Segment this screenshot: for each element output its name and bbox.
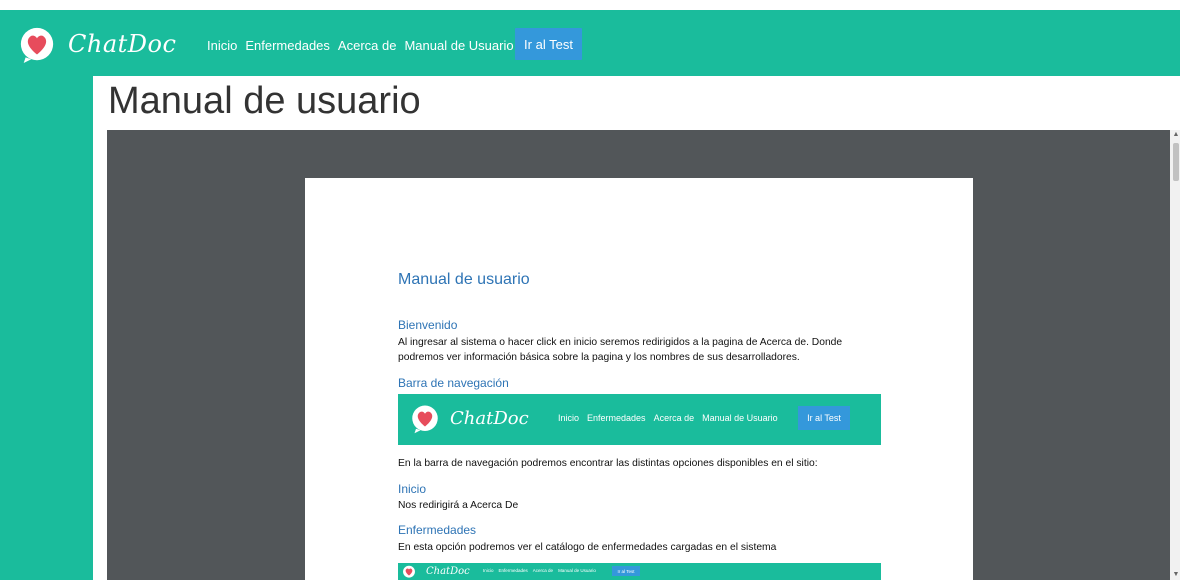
doc-paragraph-enfermedades: En esta opción podremos ver el catálogo … (398, 542, 777, 553)
doc-nav-links: Inicio Enfermedades Acerca de Manual de … (558, 413, 786, 423)
doc-nav-link: Manual de Usuario (702, 413, 778, 423)
nav-links: Inicio Enfermedades Acerca de Manual de … (207, 38, 522, 53)
doc-heading-enfermedades: Enfermedades (398, 523, 477, 537)
doc-heading-inicio: Inicio (398, 482, 427, 496)
doc-paragraph-barra: En la barra de navegación podremos encon… (398, 458, 818, 469)
nav-link-manual-usuario[interactable]: Manual de Usuario (404, 38, 513, 53)
scroll-up-icon[interactable]: ▲ (1172, 131, 1180, 139)
doc-nav-link: Inicio (483, 568, 494, 573)
doc-nav-image-2: ChatDoc Inicio Enfermedades Acerca de Ma… (398, 563, 881, 580)
logo-text[interactable]: ChatDoc (68, 30, 176, 58)
heart-chat-icon (403, 565, 415, 578)
doc-nav-button: Ir al Test (612, 566, 640, 576)
ir-al-test-button[interactable]: Ir al Test (515, 28, 582, 60)
page-title: Manual de usuario (108, 80, 421, 122)
nav-link-inicio[interactable]: Inicio (207, 38, 237, 53)
doc-nav-link: Enfermedades (498, 568, 528, 573)
doc-nav-image: ChatDoc Inicio Enfermedades Acerca de Ma… (398, 394, 881, 445)
doc-title: Manual de usuario (398, 271, 530, 288)
window-top-strip (0, 0, 1180, 10)
doc-paragraph-inicio: Nos redirigirá a Acerca De (398, 500, 519, 511)
doc-nav-link: Manual de Usuario (558, 568, 596, 573)
doc-nav-logo-text: ChatDoc (450, 408, 529, 429)
scroll-down-icon[interactable]: ▼ (1172, 571, 1180, 579)
scrollbar-thumb[interactable] (1173, 143, 1179, 181)
nav-link-enfermedades[interactable]: Enfermedades (245, 38, 330, 53)
heart-chat-icon (412, 405, 438, 434)
doc-nav-link: Inicio (558, 413, 580, 423)
doc-nav-link: Acerca de (532, 568, 554, 573)
doc-nav-button: Ir al Test (798, 406, 850, 430)
navbar: ChatDoc Inicio Enfermedades Acerca de Ma… (0, 10, 1180, 76)
doc-nav-link: Enfermedades (587, 413, 646, 423)
doc-heading-barra: Barra de navegación (398, 376, 509, 390)
left-side-band (0, 76, 93, 580)
doc-nav-link: Acerca de (653, 413, 695, 423)
nav-link-acerca-de[interactable]: Acerca de (338, 38, 397, 53)
doc-nav-logo-text: ChatDoc (426, 566, 470, 577)
doc-nav-links: Inicio Enfermedades Acerca de Manual de … (483, 568, 601, 573)
doc-paragraph-bienvenido: Al ingresar al sistema o hacer click en … (398, 337, 843, 363)
heart-chat-icon[interactable] (18, 26, 56, 64)
doc-heading-bienvenido: Bienvenido (398, 318, 458, 332)
viewer-scrollbar[interactable] (1170, 130, 1180, 580)
